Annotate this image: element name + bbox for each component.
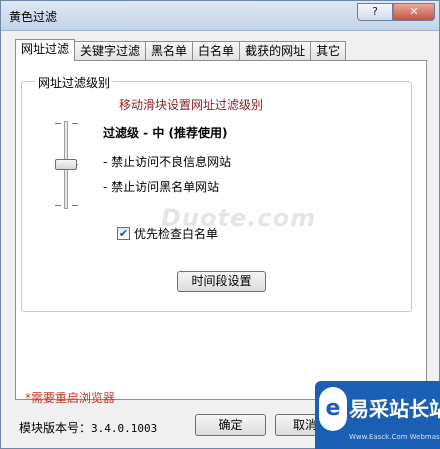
whitelist-first-label: 优先检查白名单: [134, 227, 219, 241]
tab-captured-urls[interactable]: 截获的网址: [239, 41, 312, 61]
help-button[interactable]: ?: [357, 3, 393, 21]
slider-tick: [55, 205, 61, 206]
restart-note: *需要重启浏览器: [25, 391, 116, 405]
filter-dialog: 黄色过滤 ? ✕ 网址过滤 关键字过滤 黑名单 白名单 截获的网址 其它 网址过…: [0, 0, 440, 449]
close-button[interactable]: ✕: [393, 3, 435, 21]
site-logo: e 易采站长站 Www.Easck.Com Webmaster: [315, 381, 440, 449]
version-label: 模块版本号：: [19, 421, 92, 435]
slider-tick: [72, 205, 78, 206]
whitelist-first-checkbox[interactable]: ✔: [117, 227, 130, 240]
module-version: 模块版本号：3.4.0.1003: [19, 419, 157, 436]
tab-whitelist[interactable]: 白名单: [192, 41, 241, 61]
whitelist-first-option[interactable]: ✔ 优先检查白名单: [117, 225, 218, 242]
group-label: 网址过滤级别: [35, 74, 114, 91]
slider-hint: 移动滑块设置网址过滤级别: [119, 98, 264, 112]
filter-level-title: 过滤级 - 中 (推荐使用): [103, 126, 228, 140]
logo-text: 易采站长站: [349, 397, 440, 421]
window-title: 黄色过滤: [9, 10, 58, 24]
logo-subtext: Www.Easck.Com Webmaster: [349, 433, 440, 441]
version-value: 3.4.0.1003: [91, 422, 158, 435]
slider-tick: [55, 123, 61, 124]
tab-url-filter[interactable]: 网址过滤: [15, 39, 76, 61]
tab-other[interactable]: 其它: [310, 41, 347, 61]
level-description-item: - 禁止访问不良信息网站: [103, 155, 232, 169]
slider-tick: [72, 123, 78, 124]
tab-blacklist[interactable]: 黑名单: [145, 41, 194, 61]
ok-button[interactable]: 确定: [195, 414, 266, 436]
tab-strip: 网址过滤 关键字过滤 黑名单 白名单 截获的网址 其它: [15, 39, 347, 61]
tab-keyword-filter[interactable]: 关键字过滤: [74, 41, 147, 61]
time-period-button[interactable]: 时间段设置: [177, 271, 266, 292]
level-description-item: - 禁止访问黑名单网站: [103, 180, 220, 194]
logo-mark-icon: e: [319, 387, 347, 431]
filter-level-slider-thumb[interactable]: [55, 159, 77, 170]
title-bar[interactable]: 黄色过滤 ? ✕: [1, 1, 439, 31]
